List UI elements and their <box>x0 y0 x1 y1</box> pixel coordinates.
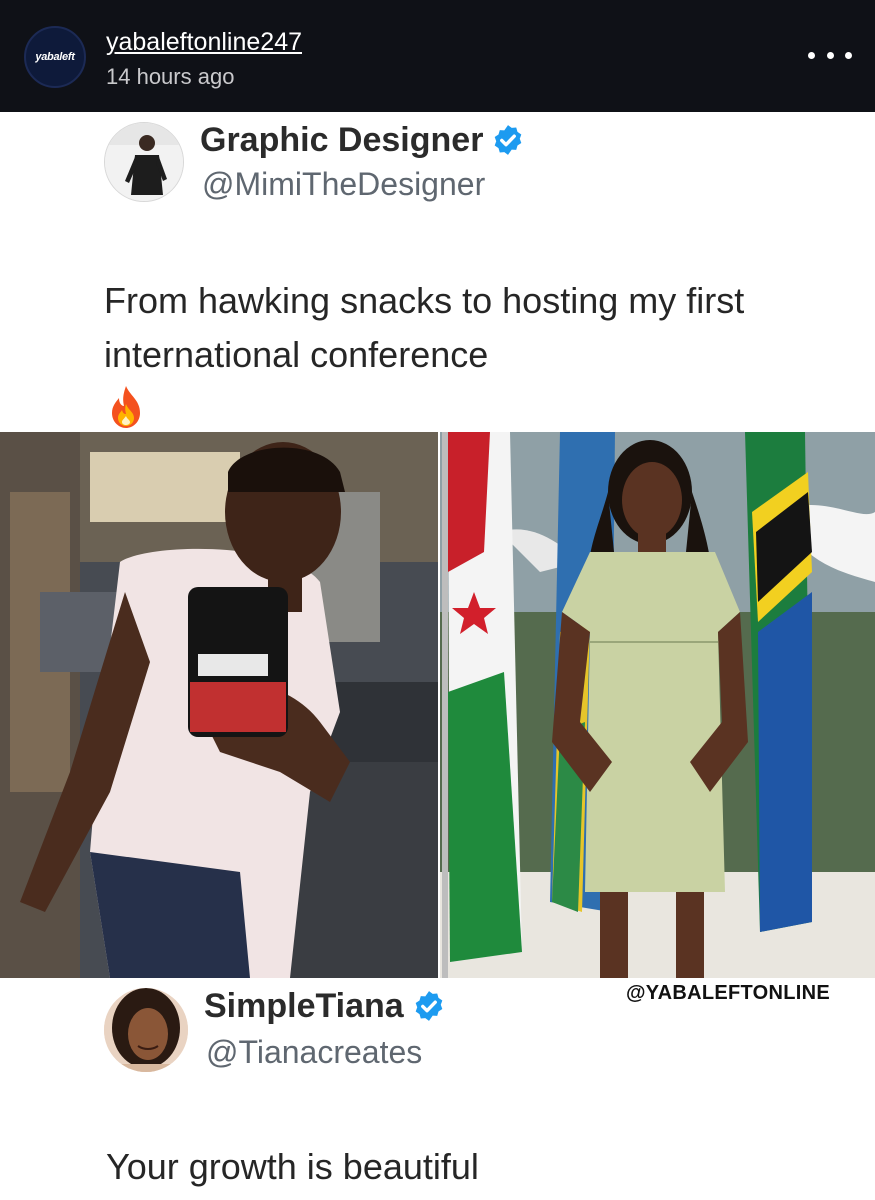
reply-author-name: SimpleTiana <box>204 986 404 1025</box>
account-avatar-logo: yabaleft <box>35 51 75 63</box>
tweet-author-name: Graphic Designer <box>200 120 484 159</box>
tweet-avatar <box>104 122 184 202</box>
comparison-photos <box>0 432 875 978</box>
post-timestamp: 14 hours ago <box>106 64 235 89</box>
account-avatar[interactable]: yabaleft <box>24 26 86 88</box>
post-header: yabaleft yabaleftonline247 14 hours ago <box>0 0 875 112</box>
image-watermark: @YABALEFTONLINE <box>626 982 831 1004</box>
conference-after-photo <box>440 432 875 978</box>
tweet-author-handle: @MimiTheDesigner <box>202 166 486 202</box>
reply-author-handle: @Tianacreates <box>206 1034 423 1070</box>
more-options-icon[interactable] <box>808 40 852 70</box>
account-username[interactable]: yabaleftonline247 <box>106 28 302 57</box>
verified-badge-icon <box>415 991 442 1021</box>
fire-icon <box>112 386 140 428</box>
reply-text: Your growth is beautiful <box>106 1146 479 1187</box>
reply-avatar <box>104 988 188 1072</box>
tweet-text: From hawking snacks to hosting my first … <box>104 280 745 375</box>
selfie-before-photo <box>0 432 438 978</box>
tweet-author: Graphic Designer <box>200 120 525 160</box>
verified-badge-icon <box>495 125 522 155</box>
reply-author: SimpleTiana <box>204 986 446 1026</box>
